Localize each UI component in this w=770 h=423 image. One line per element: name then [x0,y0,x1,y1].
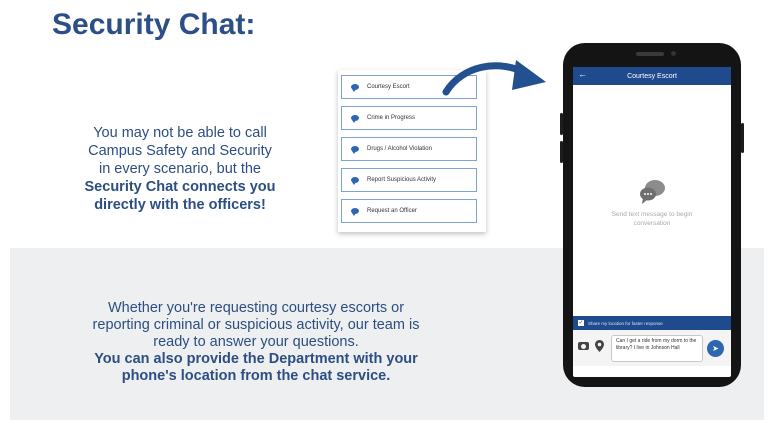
intro-line-1: You may not be able to call [93,125,267,141]
checkbox-checked-icon[interactable]: ✓ [578,320,584,326]
menu-item-drugs-alcohol[interactable]: Drugs / Alcohol Violation [341,137,477,161]
intro-bold-line-1: Security Chat connects you [84,179,276,195]
chat-header: ← Courtesy Escort [573,67,731,85]
intro-bold-line-2: directly with the officers! [94,197,266,213]
chat-header-title: Courtesy Escort [627,72,677,80]
chat-bubble-icon [351,84,359,92]
intro-line-2: Campus Safety and Security [88,143,272,159]
details-line-3: ready to answer your questions. [153,334,359,350]
menu-item-request-officer[interactable]: Request an Officer [341,199,477,223]
phone-mockup: ← Courtesy Escort Send text message to b… [560,43,744,387]
chat-bubble-icon [351,146,359,154]
chat-bubble-icon [351,208,359,216]
details-paragraph: Whether you're requesting courtesy escor… [30,300,482,385]
message-compose-bar: Can I get a ride from my dorm to the lib… [573,330,731,366]
camera-icon[interactable] [578,342,589,350]
empty-conversation-text: Send text message to begin conversation [611,211,693,227]
menu-item-label: Crime in Progress [367,115,416,121]
menu-item-crime-in-progress[interactable]: Crime in Progress [341,106,477,130]
intro-line-3: in every scenario, but the [98,161,261,177]
message-input[interactable]: Can I get a ride from my dorm to the lib… [611,335,703,362]
details-bold-line-1: You can also provide the Department with… [94,351,418,367]
slide-title: Security Chat: [52,8,256,41]
details-bold-line-2: phone's location from the chat service. [121,368,391,384]
phone-speaker [636,52,664,56]
menu-item-label: Request an Officer [367,208,417,214]
menu-item-report-suspicious[interactable]: Report Suspicious Activity [341,168,477,192]
send-icon: ➤ [712,344,719,353]
back-arrow-icon[interactable]: ← [578,69,587,79]
details-line-1: Whether you're requesting courtesy escor… [107,300,405,316]
phone-volume-button [560,141,563,163]
menu-item-label: Courtesy Escort [367,84,410,90]
phone-power-button [741,123,744,153]
send-button[interactable]: ➤ [707,340,724,357]
phone-volume-button [560,113,563,135]
share-location-label: Share my location for faster response [588,320,663,326]
chat-bubble-icon [351,115,359,123]
phone-front-camera [671,51,676,56]
phone-screen: ← Courtesy Escort Send text message to b… [573,67,731,377]
menu-item-label: Drugs / Alcohol Violation [367,146,432,152]
location-pin-icon[interactable] [595,340,604,352]
chat-bubbles-icon [640,180,665,204]
menu-item-label: Report Suspicious Activity [367,177,437,183]
curved-arrow-icon [442,60,546,96]
intro-paragraph: You may not be able to call Campus Safet… [40,124,320,214]
share-location-toggle[interactable]: ✓ Share my location for faster response [573,316,731,330]
chat-bubble-icon [351,177,359,185]
details-line-2: reporting criminal or suspicious activit… [92,317,420,333]
